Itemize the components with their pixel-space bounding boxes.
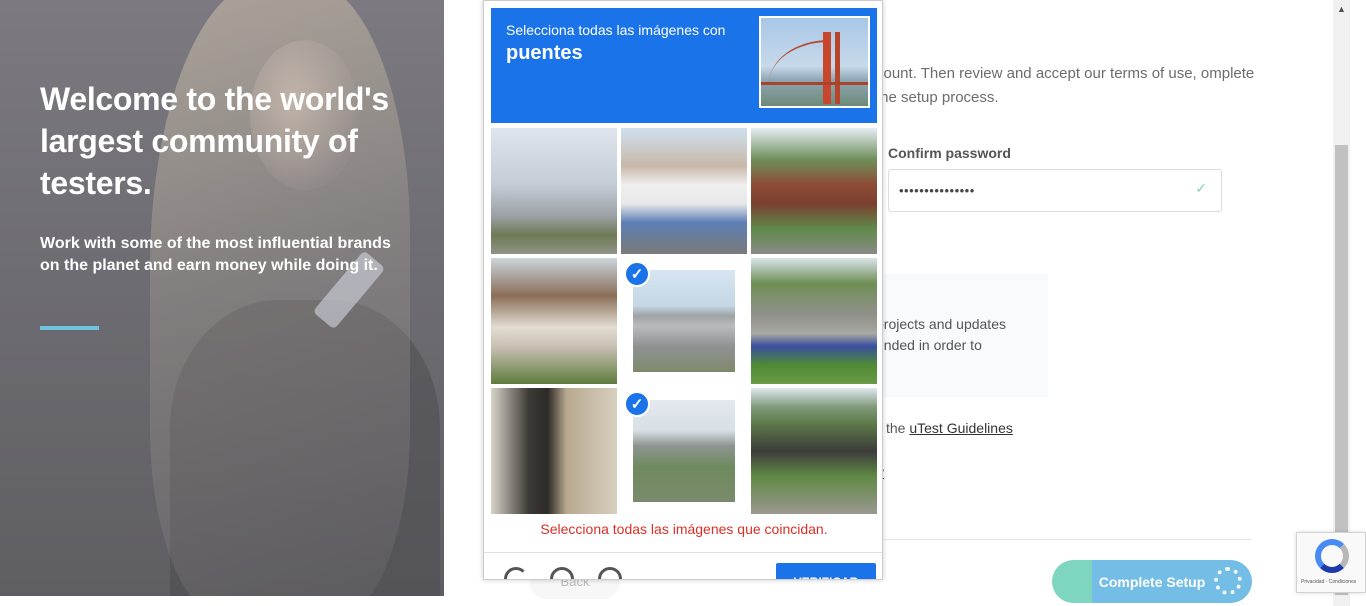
- guidelines-link[interactable]: uTest Guidelines: [909, 420, 1013, 436]
- captcha-tile[interactable]: ✓: [751, 128, 877, 254]
- captcha-keyword: puentes: [506, 42, 583, 64]
- hero-title: Welcome to the world's largest community…: [40, 81, 389, 201]
- guidelines-prefix: the: [886, 420, 906, 436]
- check-icon: ✓: [624, 391, 650, 417]
- bridge-tower: [835, 32, 840, 104]
- confirm-password-label: Confirm password: [888, 145, 1011, 161]
- bridge-cable: [769, 40, 829, 84]
- scrollbar-thumb[interactable]: [1335, 145, 1348, 595]
- captcha-instruction: Selecciona todas las imágenes con: [506, 22, 726, 38]
- captcha-tile[interactable]: ✓: [491, 128, 617, 254]
- tile-image: [621, 128, 747, 254]
- verify-button[interactable]: VERIFICAR: [776, 563, 876, 579]
- loading-spinner-icon: [1214, 567, 1242, 595]
- audio-icon[interactable]: [550, 567, 574, 579]
- recaptcha-logo-icon: [1315, 539, 1349, 573]
- hero-subtitle: Work with some of the most influential b…: [40, 235, 391, 274]
- captcha-tile[interactable]: ✓: [621, 128, 747, 254]
- captcha-footer-divider: [484, 552, 882, 553]
- info-text: projects and updates ended in order to: [876, 316, 1006, 353]
- tile-image: [633, 270, 735, 372]
- captcha-tile[interactable]: ✓: [751, 388, 877, 514]
- bridge-tower: [823, 32, 831, 104]
- tile-image: [633, 400, 735, 502]
- form-intro-text: count. Then review and accept our terms …: [876, 65, 1255, 106]
- captcha-grid: ✓ ✓ ✓ ✓ ✓ ✓ ✓ ✓: [491, 128, 877, 514]
- captcha-tile[interactable]: ✓: [491, 258, 617, 384]
- confirm-password-value: •••••••••••••••: [899, 183, 975, 198]
- recaptcha-links[interactable]: Privacidad - Condiciones: [1301, 579, 1356, 585]
- scroll-up-arrow-icon[interactable]: ▲: [1333, 0, 1350, 17]
- info-icon[interactable]: [598, 567, 622, 579]
- divider: [876, 539, 1252, 540]
- check-icon: ✓: [1195, 180, 1207, 196]
- tile-image: [491, 128, 617, 254]
- check-icon: ✓: [624, 261, 650, 287]
- hero-accent-bar: [40, 326, 99, 330]
- recaptcha-badge[interactable]: Privacidad - Condiciones: [1296, 532, 1366, 593]
- captcha-sample-image: [759, 16, 870, 108]
- tile-image: [491, 258, 617, 384]
- captcha-tile[interactable]: ✓: [491, 388, 617, 514]
- captcha-challenge: Selecciona todas las imágenes con puente…: [483, 0, 883, 580]
- hero-panel: Welcome to the world's largest community…: [0, 0, 444, 596]
- bridge-deck: [761, 82, 868, 85]
- captcha-tile[interactable]: ✓: [621, 388, 747, 514]
- guidelines-text: the uTest Guidelines: [886, 420, 1013, 436]
- reload-icon[interactable]: [504, 567, 528, 579]
- captcha-error-message: Selecciona todas las imágenes que coinci…: [540, 521, 828, 537]
- confirm-password-field[interactable]: ••••••••••••••• ✓: [888, 169, 1222, 212]
- captcha-tile[interactable]: ✓: [621, 258, 747, 384]
- tile-image: [751, 128, 877, 254]
- tile-image: [751, 258, 877, 384]
- captcha-tile[interactable]: ✓: [751, 258, 877, 384]
- tile-image: [751, 388, 877, 514]
- complete-setup-button[interactable]: Complete Setup: [1052, 560, 1252, 603]
- tile-image: [491, 388, 617, 514]
- captcha-header: Selecciona todas las imágenes con puente…: [491, 8, 877, 123]
